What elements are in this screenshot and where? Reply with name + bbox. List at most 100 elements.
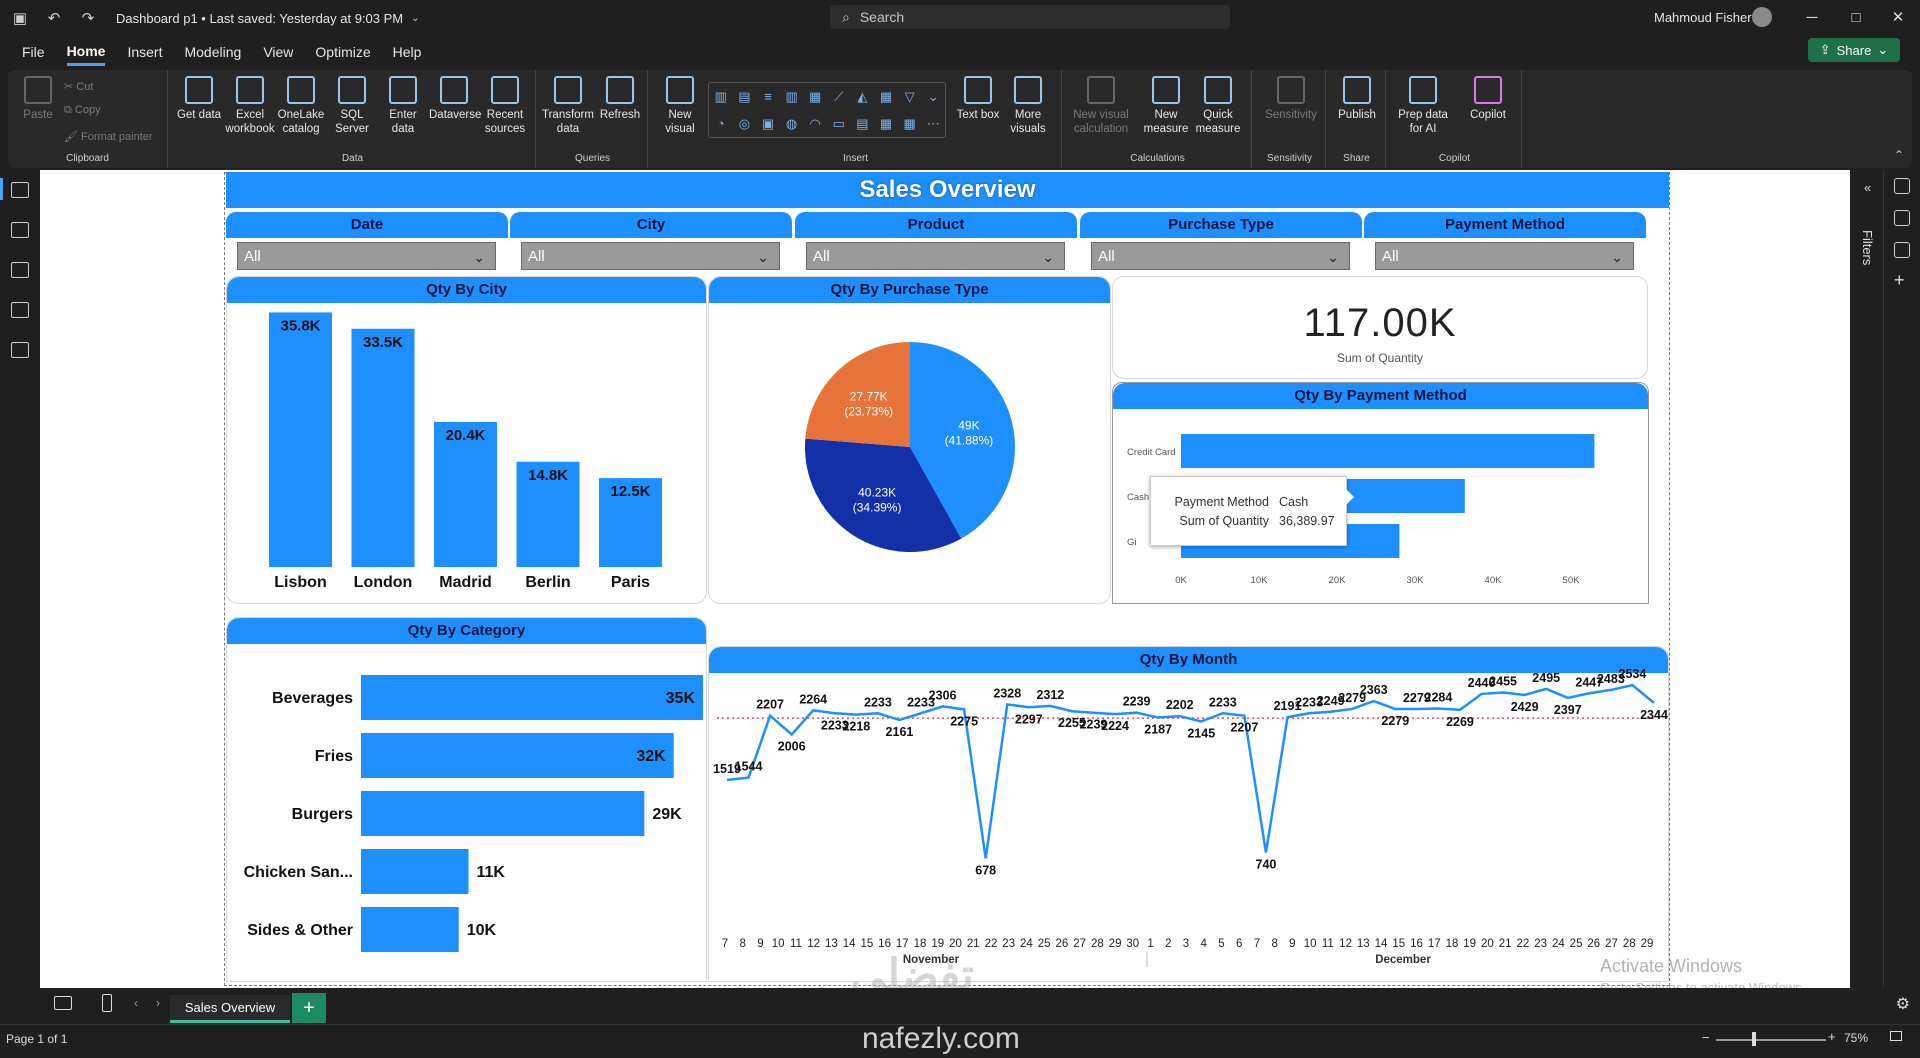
qty-by-purchase-type-card[interactable]: Qty By Purchase Type 49K (41.88%) 40.23K (3… xyxy=(708,276,1111,604)
table-view-icon[interactable] xyxy=(11,222,29,238)
category-bar[interactable] xyxy=(361,849,469,894)
combo-icon[interactable]: ▦ xyxy=(803,83,827,110)
maximize-icon[interactable]: □ xyxy=(1834,6,1878,30)
stacked-bar-icon[interactable]: ▥ xyxy=(709,83,733,110)
fit-to-page-icon[interactable] xyxy=(1890,1031,1902,1041)
undo-icon[interactable]: ↶ xyxy=(40,4,68,32)
qty-by-category-card[interactable]: Qty By Category Beverages 35K Fries 32K Burg… xyxy=(226,617,707,982)
format-painter-button[interactable]: 🖌 Format painter xyxy=(64,130,153,143)
close-icon[interactable]: ✕ xyxy=(1876,6,1920,30)
kpi-card[interactable]: 117.00K Sum of Quantity xyxy=(1112,276,1648,379)
prep-data-button[interactable]: Prep data for AI xyxy=(1392,76,1454,136)
city-bar[interactable] xyxy=(351,328,415,567)
sensitivity-button[interactable]: Sensitivity xyxy=(1262,76,1320,122)
publish-button[interactable]: Publish xyxy=(1331,76,1383,122)
visual-gallery[interactable]: ▥ ▤ ≡ ▥ ▦ ⟋ ◭ ▦ ▽ ⌄ ◔ ◎ ▣ ◍ ◠ ▭ ▤ ▦ ▦ ⋯ xyxy=(708,82,946,138)
data-button-sql-server[interactable]: SQL Server xyxy=(327,76,377,136)
data-button-get-data[interactable]: Get data xyxy=(174,76,224,122)
card-icon[interactable]: ▭ xyxy=(827,110,851,137)
data-button-excel-workbook[interactable]: Excel workbook xyxy=(225,76,275,136)
menu-tab-insert[interactable]: Insert xyxy=(127,40,162,64)
kpi-icon[interactable]: ▤ xyxy=(851,110,875,137)
document-title[interactable]: Dashboard p1 • Last saved: Yesterday at … xyxy=(116,11,403,26)
waterfall-icon[interactable]: ▦ xyxy=(874,83,898,110)
slicer-dropdown-payment-method[interactable]: All ⌄ xyxy=(1375,242,1634,270)
settings-icon[interactable]: ⚙ xyxy=(1896,994,1910,1014)
slicer-dropdown-product[interactable]: All ⌄ xyxy=(806,242,1065,270)
copy-button[interactable]: ⧉ Copy xyxy=(64,104,101,117)
map-icon[interactable]: ◍ xyxy=(780,110,804,137)
clustered-icon[interactable]: ▥ xyxy=(780,83,804,110)
treemap-icon[interactable]: ▣ xyxy=(756,110,780,137)
format-icon[interactable] xyxy=(1894,242,1910,258)
menu-tab-home[interactable]: Home xyxy=(66,39,106,66)
data-button-enter-data[interactable]: Enter data xyxy=(378,76,428,136)
slicer-dropdown-purchase-type[interactable]: All ⌄ xyxy=(1091,242,1350,270)
save-icon[interactable]: ▣ xyxy=(6,4,34,32)
donut-icon[interactable]: ◎ xyxy=(733,110,757,137)
visualizations-icon[interactable] xyxy=(1894,210,1910,226)
cut-button[interactable]: ✂ Cut xyxy=(64,80,93,93)
user-name[interactable]: Mahmoud Fisher xyxy=(1654,10,1752,25)
desktop-layout-icon[interactable] xyxy=(54,996,72,1010)
tmdl-view-icon[interactable] xyxy=(11,342,29,358)
menu-tab-file[interactable]: File xyxy=(22,40,45,64)
slicer-dropdown-city[interactable]: All ⌄ xyxy=(521,242,780,270)
data-button-dataverse[interactable]: Dataverse xyxy=(429,76,481,122)
zoom-slider[interactable] xyxy=(1716,1039,1826,1041)
zoom-slider-thumb[interactable] xyxy=(1752,1032,1756,1046)
menu-tab-optimize[interactable]: Optimize xyxy=(315,40,370,64)
page-tab-sales-overview[interactable]: Sales Overview xyxy=(170,995,290,1023)
category-bar[interactable] xyxy=(361,907,459,952)
quick-measure-button[interactable]: Quick measure xyxy=(1192,76,1244,136)
area-icon[interactable]: ◭ xyxy=(851,83,875,110)
share-button[interactable]: ⇪ Share ⌄ xyxy=(1808,38,1900,62)
minimize-icon[interactable]: ─ xyxy=(1790,6,1834,30)
more-visuals-button[interactable]: More visuals xyxy=(1002,76,1054,136)
report-view-icon[interactable] xyxy=(11,182,29,198)
funnel-icon[interactable]: ▽ xyxy=(898,83,922,110)
add-page-button[interactable]: + xyxy=(292,993,326,1023)
data-pane-icon[interactable] xyxy=(1894,178,1910,194)
redo-icon[interactable]: ↷ xyxy=(74,4,102,32)
matrix-icon[interactable]: ▦ xyxy=(898,110,922,137)
data-button-recent-sources[interactable]: Recent sources xyxy=(480,76,530,136)
refresh-button[interactable]: Refresh xyxy=(594,76,646,122)
city-bar[interactable] xyxy=(269,312,332,567)
add-pane-icon[interactable]: + xyxy=(1894,270,1905,291)
paste-button[interactable]: Paste xyxy=(12,76,64,122)
data-button-onelake-catalog[interactable]: OneLake catalog xyxy=(276,76,326,136)
menu-tab-view[interactable]: View xyxy=(263,40,293,64)
transform-data-button[interactable]: Transform data xyxy=(542,76,594,136)
expand-icon[interactable]: ⌄ xyxy=(921,83,945,110)
copilot-button[interactable]: Copilot xyxy=(1460,76,1516,122)
collapse-ribbon-icon[interactable]: ⌃ xyxy=(1894,148,1904,162)
model-view-icon[interactable] xyxy=(11,262,29,278)
zoom-in-icon[interactable]: + xyxy=(1828,1029,1836,1044)
category-bar[interactable] xyxy=(361,733,674,778)
column-icon[interactable]: ▤ xyxy=(733,83,757,110)
new-measure-button[interactable]: New measure xyxy=(1140,76,1192,136)
search-input[interactable]: ⌕ Search xyxy=(830,5,1230,29)
line-icon[interactable]: ⟋ xyxy=(827,83,851,110)
mobile-layout-icon[interactable] xyxy=(102,994,112,1012)
prev-page-icon[interactable]: ‹ xyxy=(134,996,138,1010)
more-icon[interactable]: ⋯ xyxy=(921,110,945,137)
zoom-level[interactable]: 75% xyxy=(1844,1031,1868,1045)
qty-by-month-card[interactable]: Qty By Month 1519 1544 2207 2006 2264 2233 221… xyxy=(708,646,1669,982)
qty-by-city-card[interactable]: Qty By City 35.8K Lisbon 33.5K London 20.4K M… xyxy=(226,276,707,604)
category-bar[interactable] xyxy=(361,791,645,836)
next-page-icon[interactable]: › xyxy=(156,996,160,1010)
zoom-out-icon[interactable]: − xyxy=(1702,1030,1710,1045)
pie-icon[interactable]: ◔ xyxy=(709,110,733,137)
new-visual-button[interactable]: New visual xyxy=(654,76,706,136)
new-visual-calculation-button[interactable]: New visual calculation xyxy=(1070,76,1132,136)
gauge-icon[interactable]: ◠ xyxy=(803,110,827,137)
expand-filters-icon[interactable]: « xyxy=(1864,180,1871,195)
avatar[interactable] xyxy=(1752,7,1772,27)
text-box-button[interactable]: Text box xyxy=(952,76,1004,122)
slicer-dropdown-date[interactable]: All ⌄ xyxy=(237,242,496,270)
filters-pane[interactable] xyxy=(1854,170,1884,988)
menu-tab-modeling[interactable]: Modeling xyxy=(184,40,241,64)
table-icon[interactable]: ▦ xyxy=(874,110,898,137)
